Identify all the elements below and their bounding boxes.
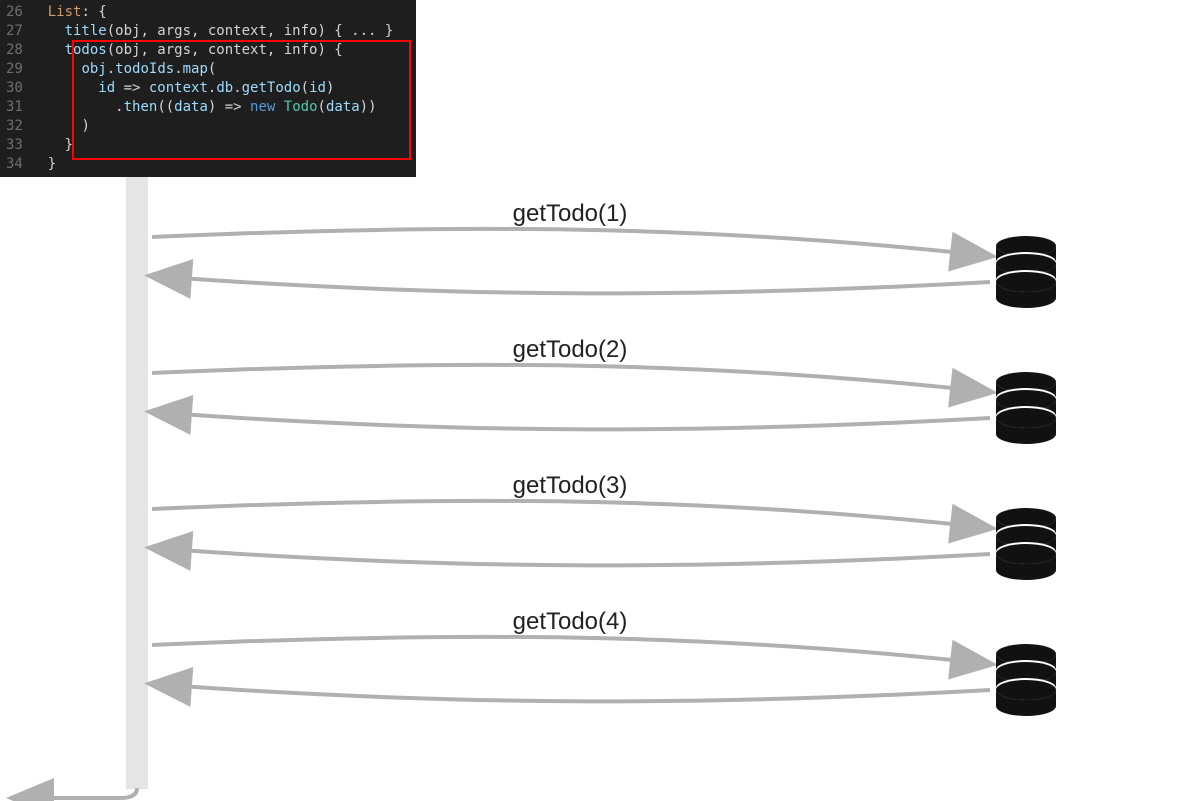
tok: new <box>250 99 275 115</box>
tok: getTodo <box>242 80 301 96</box>
tok: ( <box>301 80 309 96</box>
final-return-arrow <box>14 788 137 798</box>
call-label: getTodo(4) <box>470 608 670 636</box>
line-number: 34 <box>6 155 23 174</box>
tok: ) <box>81 118 89 134</box>
database-icon <box>996 644 1056 716</box>
tok: data <box>174 99 208 115</box>
call-roundtrip <box>152 501 1056 580</box>
tok: context <box>149 80 208 96</box>
database-icon <box>996 508 1056 580</box>
tok: => <box>115 80 149 96</box>
request-arrow <box>152 637 990 664</box>
request-arrow <box>152 229 990 256</box>
response-arrow <box>152 548 990 565</box>
database-icon <box>996 372 1056 444</box>
line-number: 29 <box>6 60 23 79</box>
request-arrow <box>152 365 990 392</box>
tok <box>275 99 283 115</box>
tok: List <box>48 4 82 20</box>
tok: map <box>183 61 208 77</box>
tok: . <box>233 80 241 96</box>
line-number: 28 <box>6 41 23 60</box>
response-arrow <box>152 412 990 429</box>
call-label: getTodo(1) <box>470 200 670 228</box>
tok: todos <box>65 42 107 58</box>
call-roundtrip <box>152 637 1056 716</box>
code-body: List: { title(obj, args, context, info) … <box>31 0 401 177</box>
call-roundtrip <box>152 229 1056 308</box>
tok: } <box>48 156 56 172</box>
tok: . <box>115 99 123 115</box>
tok: (obj, args, context, info) { <box>107 42 343 58</box>
tok: Todo <box>284 99 318 115</box>
request-arrow <box>152 501 990 528</box>
line-number: 27 <box>6 22 23 41</box>
line-number: 32 <box>6 117 23 136</box>
tok: data <box>326 99 360 115</box>
line-number: 33 <box>6 136 23 155</box>
tok: todoIds <box>115 61 174 77</box>
code-gutter: 26 27 28 29 30 31 32 33 34 <box>0 0 31 177</box>
tok: (( <box>157 99 174 115</box>
call-roundtrip <box>152 365 1056 444</box>
database-icon <box>996 236 1056 308</box>
line-number: 31 <box>6 98 23 117</box>
tok: then <box>124 99 158 115</box>
line-number: 26 <box>6 3 23 22</box>
call-label: getTodo(2) <box>470 336 670 364</box>
tok: )) <box>360 99 377 115</box>
call-label: getTodo(3) <box>470 472 670 500</box>
tok: ) => <box>208 99 250 115</box>
tok: title <box>65 23 107 39</box>
tok: (obj, args, context, info) { ... } <box>107 23 394 39</box>
response-arrow <box>152 684 990 701</box>
tok: ) <box>326 80 334 96</box>
tok: ( <box>318 99 326 115</box>
tok: obj <box>81 61 106 77</box>
code-editor: 26 27 28 29 30 31 32 33 34 List: { title… <box>0 0 416 177</box>
tok: db <box>216 80 233 96</box>
tok: . <box>107 61 115 77</box>
tok: id <box>98 80 115 96</box>
line-number: 30 <box>6 79 23 98</box>
response-arrow <box>152 276 990 293</box>
timeline-bar <box>126 177 148 789</box>
tok: id <box>309 80 326 96</box>
tok: : { <box>81 4 106 20</box>
tok: ( <box>208 61 216 77</box>
tok: } <box>65 137 73 153</box>
tok: . <box>174 61 182 77</box>
